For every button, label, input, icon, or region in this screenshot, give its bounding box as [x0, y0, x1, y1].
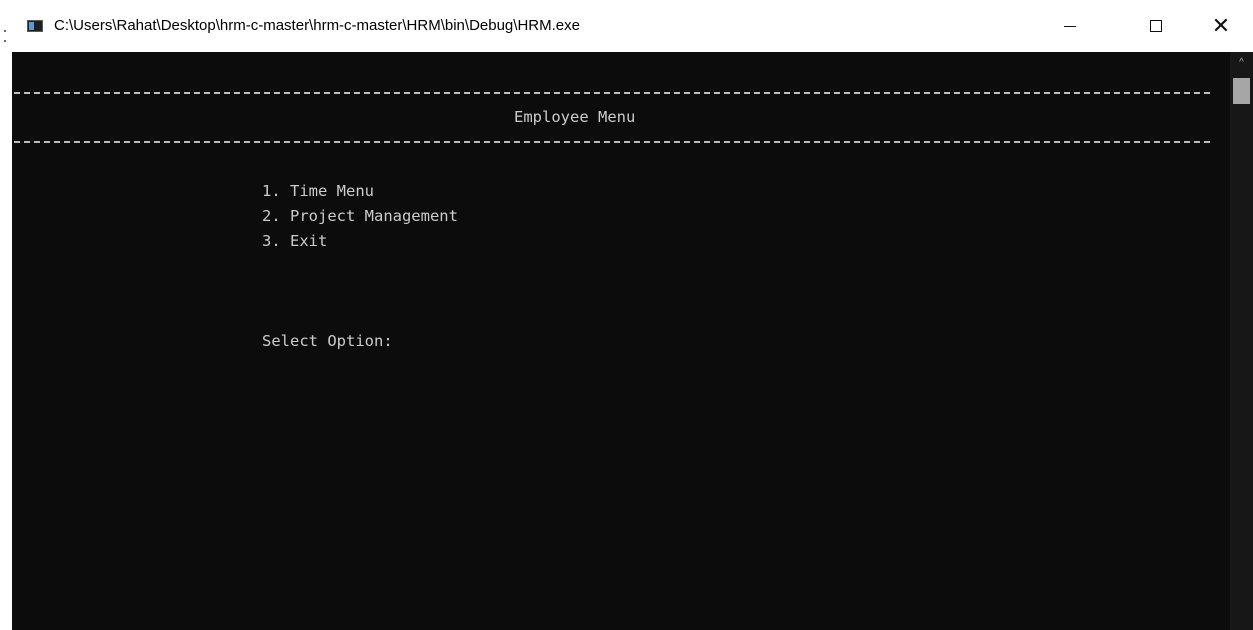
vertical-scrollbar[interactable]: ^ [1230, 52, 1253, 630]
edge-mark [4, 40, 6, 42]
bottom-divider [14, 141, 1210, 143]
maximize-button[interactable] [1133, 0, 1179, 52]
close-icon: ✕ [1211, 13, 1231, 38]
edge-mark [4, 30, 6, 32]
minimize-icon [1064, 25, 1076, 27]
menu-item-exit: 3. Exit [262, 232, 328, 250]
menu-heading: Employee Menu [514, 108, 636, 126]
console-app-icon[interactable] [27, 20, 43, 32]
select-option-prompt: Select Option: [262, 332, 393, 350]
title-bar[interactable]: C:\Users\Rahat\Desktop\hrm-c-master\hrm-… [12, 0, 1253, 52]
maximize-icon [1150, 20, 1162, 32]
menu-item-time-menu: 1. Time Menu [262, 182, 374, 200]
minimize-button[interactable] [1047, 0, 1093, 52]
scroll-thumb[interactable] [1233, 78, 1250, 104]
console-output[interactable]: Employee Menu 1. Time Menu 2. Project Ma… [12, 52, 1230, 630]
window-left-edge [0, 0, 12, 630]
close-button[interactable]: ✕ [1198, 0, 1244, 52]
window-title: C:\Users\Rahat\Desktop\hrm-c-master\hrm-… [54, 17, 580, 34]
scroll-up-arrow-icon[interactable]: ^ [1230, 52, 1253, 74]
menu-item-project-management: 2. Project Management [262, 207, 458, 225]
top-divider [14, 92, 1210, 94]
